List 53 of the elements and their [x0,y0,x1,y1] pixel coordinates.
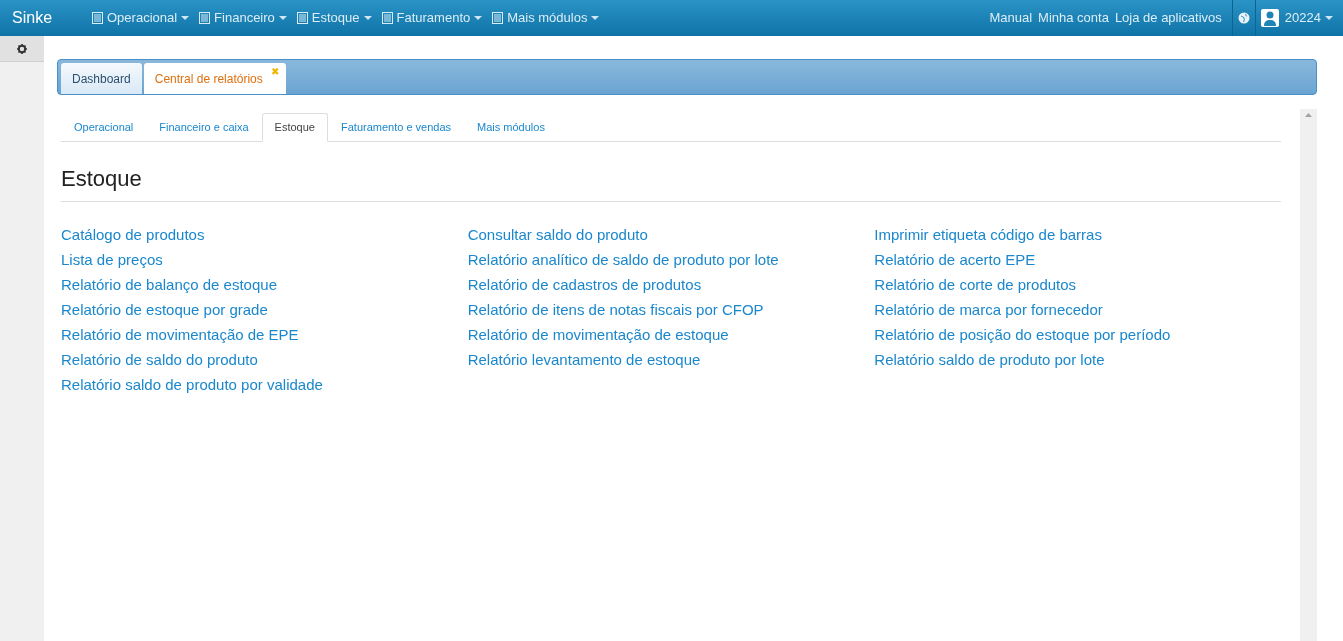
section-tab[interactable]: Operacional [61,113,147,142]
section-tab[interactable]: Mais módulos [464,113,558,142]
section-tab[interactable]: Financeiro e caixa [146,113,262,142]
caret-icon [591,16,600,20]
report-link[interactable]: Relatório de movimentação de EPE [61,322,299,347]
report-link[interactable]: Relatório de movimentação de estoque [467,322,729,347]
page-tab[interactable]: Dashboard [61,63,142,94]
brand-logo[interactable]: Sinke [12,6,92,30]
list-icon [296,12,308,24]
report-link[interactable]: Relatório de corte de produtos [874,272,1077,297]
report-link[interactable]: Relatório analítico de saldo de produto por lote [467,247,779,272]
section-heading: Estoque [61,162,1281,202]
menu-dropdown[interactable]: Mais módulos [492,8,600,28]
menu-dropdown[interactable]: Faturamento [381,8,483,28]
report-link[interactable]: Relatório saldo de produto por lote [874,347,1105,372]
scroll-up-icon[interactable] [1305,113,1312,117]
settings-button[interactable] [0,36,44,62]
report-link[interactable]: Relatório de estoque por grade [61,297,268,322]
report-link[interactable]: Relatório saldo de produto por validade [61,372,323,397]
report-link[interactable]: Relatório levantamento de estoque [467,347,701,372]
caret-icon [1325,16,1333,20]
report-link[interactable]: Catálogo de produtos [61,222,205,247]
nav-link[interactable]: Minha conta [1038,8,1109,28]
report-link[interactable]: Consultar saldo do produto [467,222,648,247]
nav-link[interactable]: Loja de aplicativos [1114,8,1222,28]
report-link[interactable]: Relatório de balanço de estoque [61,272,277,297]
settings-icon [17,43,27,54]
list-icon [199,12,211,24]
report-link[interactable]: Relatório de acerto EPE [874,247,1036,272]
report-link[interactable]: Relatório de saldo do produto [61,347,258,372]
menu-dropdown[interactable]: Financeiro [199,8,287,28]
caret-icon [363,16,372,20]
nav-link[interactable]: Manual [989,8,1033,28]
report-link[interactable]: Relatório de posição do estoque por período [874,322,1171,347]
report-link[interactable]: Lista de preços [61,247,163,272]
list-icon [92,12,103,24]
menu-dropdown[interactable]: Operacional [92,8,190,28]
globe-icon[interactable] [1237,12,1250,24]
caret-icon [278,16,287,20]
report-link[interactable]: Relatório de marca por fornecedor [874,297,1103,322]
caret-icon [181,16,190,20]
section-tab[interactable]: Estoque [261,113,328,142]
section-tab[interactable]: Faturamento e vendas [328,113,465,142]
caret-icon [474,16,483,20]
report-link[interactable]: Relatório de itens de notas fiscais por CFOP [467,297,764,322]
user-avatar-icon [1260,9,1279,27]
report-link[interactable]: Imprimir etiqueta código de barras [874,222,1102,247]
menu-dropdown[interactable]: Estoque [296,8,372,28]
report-link[interactable]: Relatório de cadastros de produtos [467,272,702,297]
list-icon [492,12,504,24]
user-menu[interactable]: 20224 [1284,8,1333,28]
page-tab[interactable]: Central de relatórios ✖ [143,63,286,94]
list-icon [381,12,393,24]
